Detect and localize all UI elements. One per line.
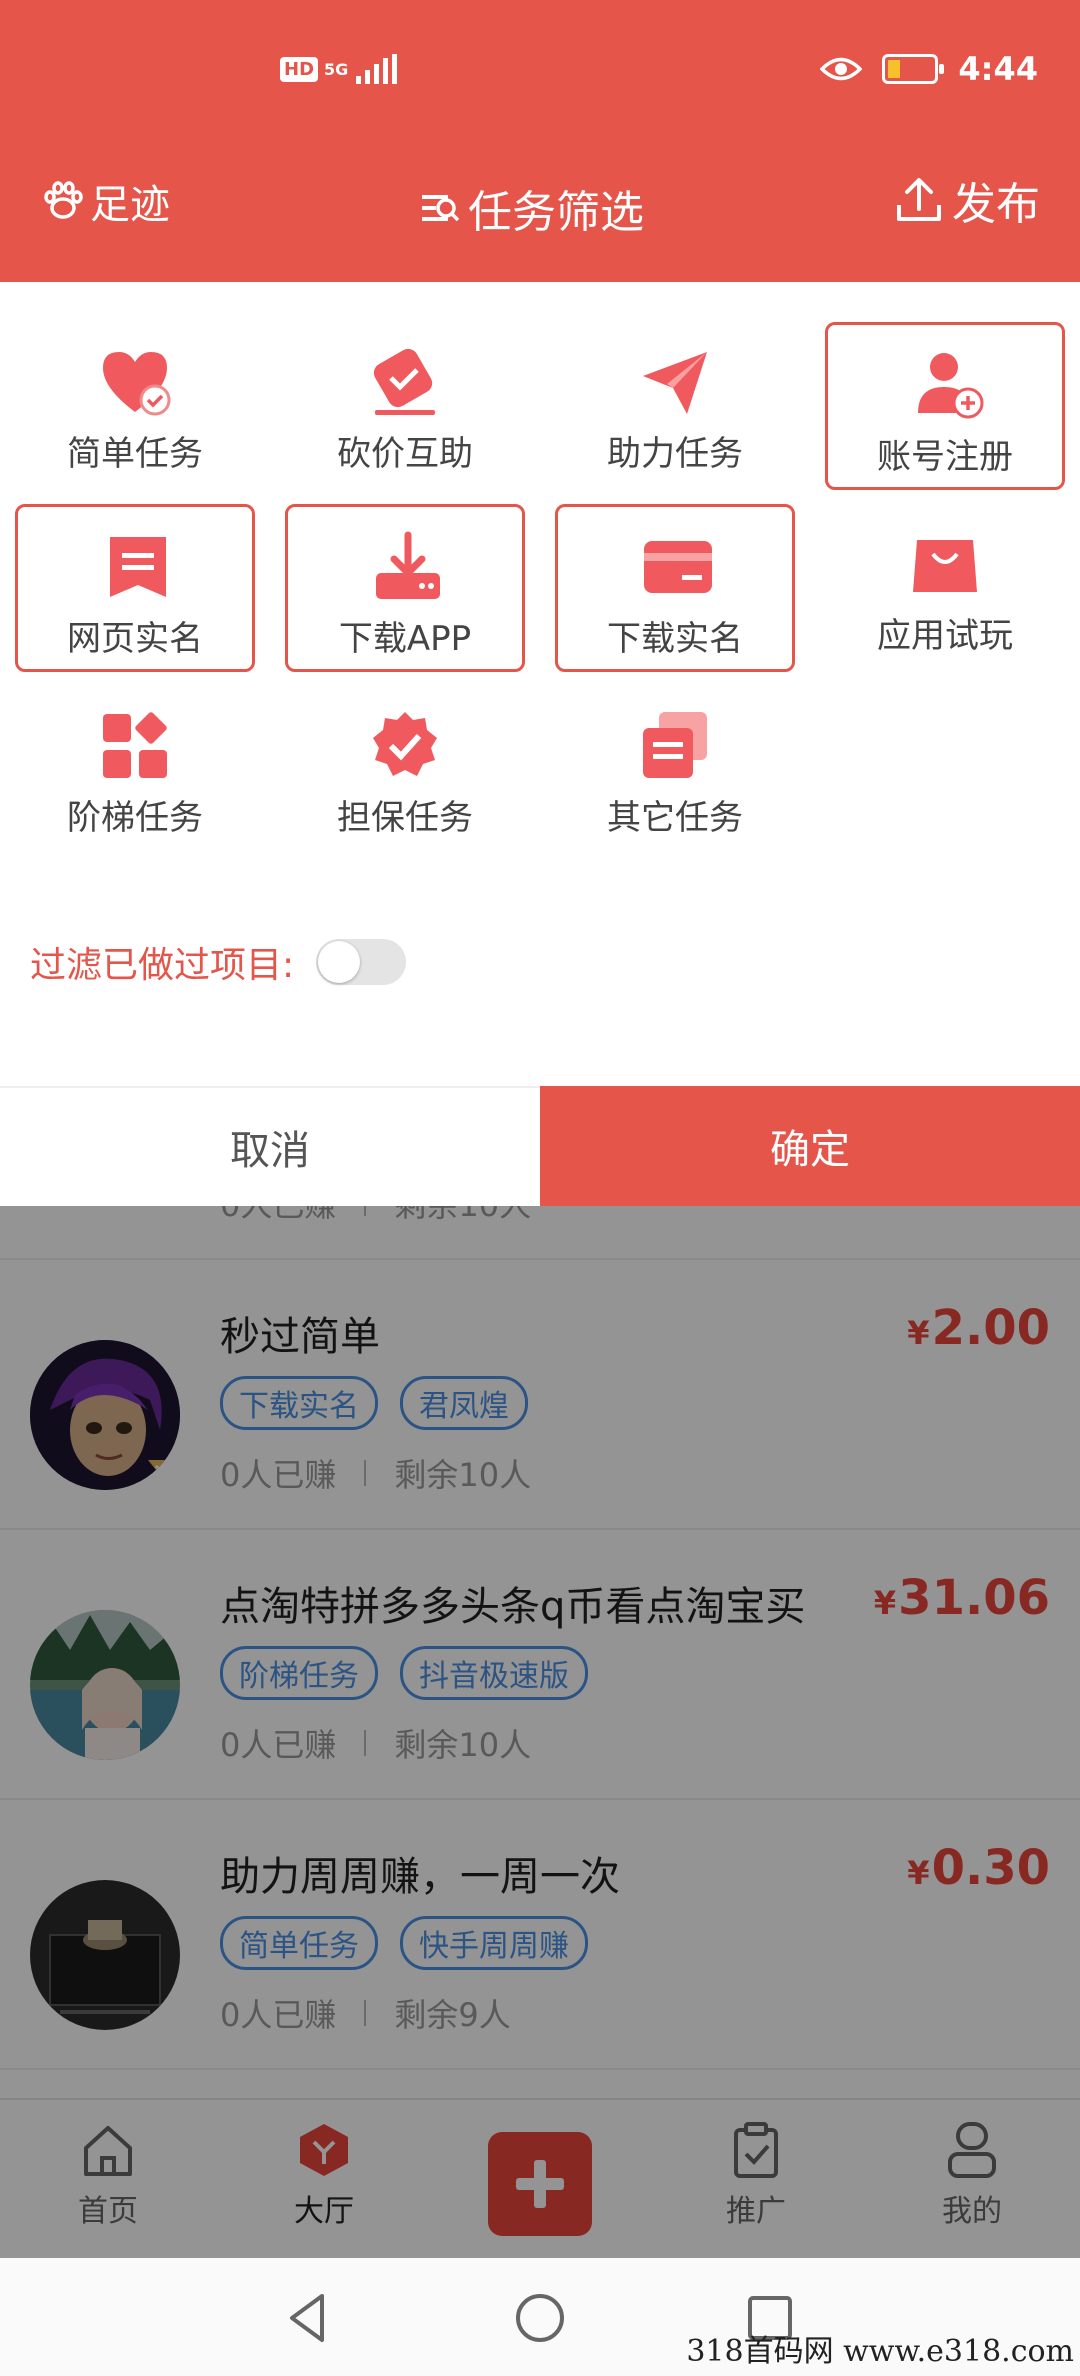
download-icon [376, 531, 440, 599]
cancel-button[interactable]: 取消 [0, 1086, 540, 1206]
category-guarantee-task[interactable]: 担保任务 [285, 686, 525, 854]
grid-apps-icon [103, 712, 167, 778]
category-label: 账号注册 [877, 437, 1013, 477]
app-header: HD 5G 4:44 足迹 任务筛选 发布 [0, 0, 1080, 282]
category-label: 应用试玩 [877, 616, 1013, 656]
heart-check-icon [103, 352, 171, 416]
category-label: 砍价互助 [337, 434, 473, 474]
badge-check-icon [373, 712, 437, 776]
clock: 4:44 [958, 50, 1038, 88]
battery-icon [882, 54, 945, 84]
network-type: 5G [324, 59, 349, 79]
category-account-register[interactable]: 账号注册 [825, 322, 1065, 490]
shopping-bag-icon [913, 540, 977, 592]
category-label: 下载实名 [607, 619, 743, 659]
category-download-app[interactable]: 下载APP [285, 504, 525, 672]
category-label: 助力任务 [607, 434, 743, 474]
confirm-button[interactable]: 确定 [540, 1086, 1080, 1206]
category-label: 其它任务 [607, 798, 743, 838]
filter-icon [422, 195, 460, 222]
category-ladder-task[interactable]: 阶梯任务 [15, 686, 255, 854]
paper-plane-icon [643, 352, 707, 414]
category-label: 网页实名 [67, 619, 203, 659]
status-bar: HD 5G 4:44 [0, 40, 1080, 110]
category-bargain-help[interactable]: 砍价互助 [285, 322, 525, 490]
upload-icon [897, 178, 941, 221]
filter-done-label: 过滤已做过项目: [30, 945, 295, 986]
paw-icon [44, 181, 83, 219]
filter-panel: 简单任务 砍价互助 助力任务 账号注册 网页实名 下载APP 下载实名 应用试玩… [0, 282, 1080, 1206]
category-assist-task[interactable]: 助力任务 [555, 322, 795, 490]
card-icon [644, 541, 712, 593]
home-circle-icon[interactable] [510, 2288, 570, 2348]
filter-done-row: 过滤已做过项目: [30, 936, 407, 988]
category-other-task[interactable]: 其它任务 [555, 686, 795, 854]
category-label: 担保任务 [337, 798, 473, 838]
tag-check-icon [373, 348, 435, 415]
category-web-realname[interactable]: 网页实名 [15, 504, 255, 672]
publish-button[interactable]: 发布 [894, 168, 1040, 232]
category-label: 下载APP [338, 619, 472, 659]
title-text: 任务筛选 [468, 187, 644, 238]
bookmark-doc-icon [110, 537, 166, 597]
back-icon[interactable] [278, 2288, 338, 2348]
system-navigation-bar: 318首码网 www.e318.com [0, 2258, 1080, 2376]
filter-done-toggle[interactable] [316, 939, 407, 985]
category-app-trial[interactable]: 应用试玩 [825, 504, 1065, 672]
publish-label: 发布 [952, 179, 1040, 230]
page-title: 任务筛选 [420, 176, 644, 240]
hd-badge: HD [280, 56, 319, 82]
category-label: 简单任务 [67, 434, 203, 474]
category-simple-task[interactable]: 简单任务 [15, 322, 255, 490]
category-download-realname[interactable]: 下载实名 [555, 504, 795, 672]
stack-cards-icon [643, 712, 707, 778]
footprint-button[interactable]: 足迹 [42, 172, 170, 230]
signal-icon [356, 54, 398, 84]
category-label: 阶梯任务 [67, 798, 203, 838]
watermark-text: 318首码网 www.e318.com [686, 2334, 1074, 2369]
eye-icon [820, 57, 863, 81]
footprint-label: 足迹 [90, 182, 170, 228]
user-add-icon [918, 353, 984, 419]
